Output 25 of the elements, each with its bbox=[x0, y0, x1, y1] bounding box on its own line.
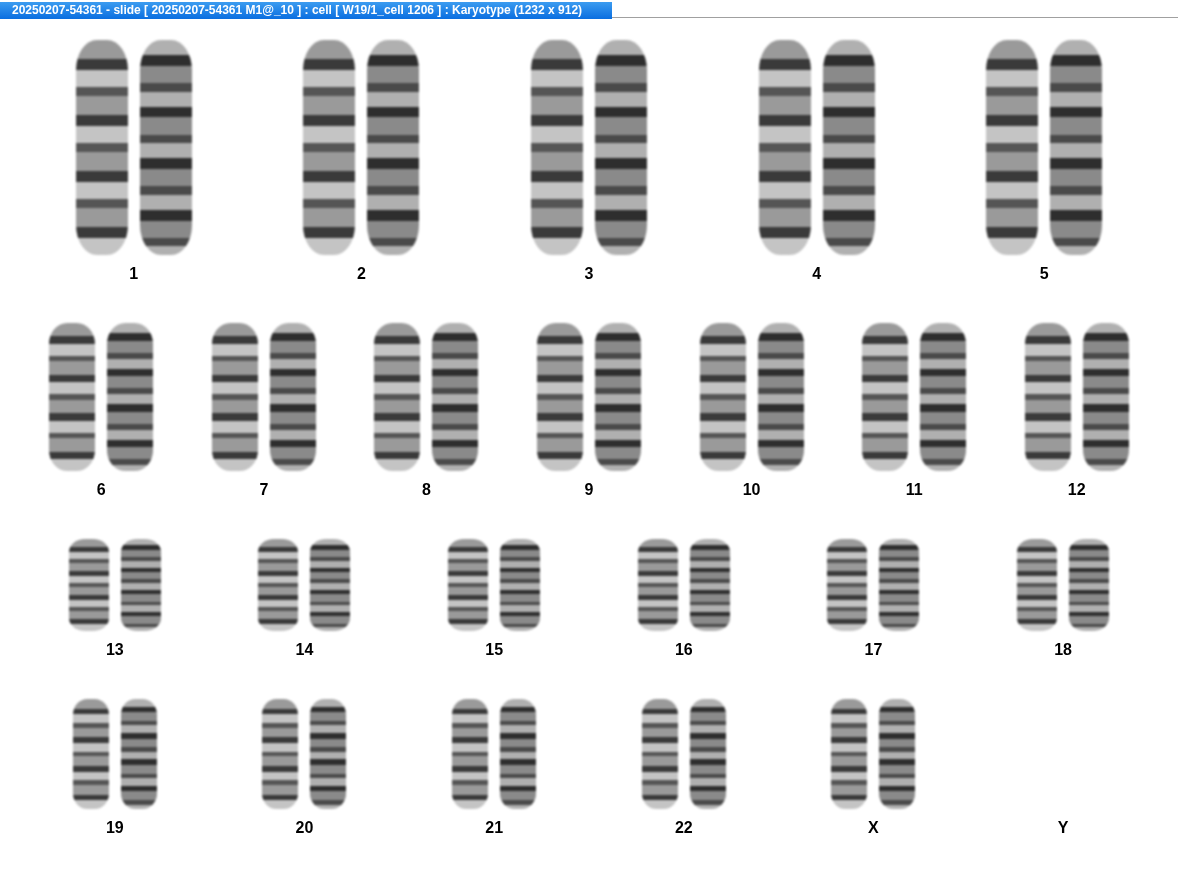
chromosome-label: 22 bbox=[674, 819, 693, 837]
chromosome-label: 17 bbox=[864, 641, 883, 659]
chromosome-label: 16 bbox=[674, 641, 693, 659]
chromosome-label: 7 bbox=[259, 481, 269, 499]
chromosome-label: 21 bbox=[485, 819, 504, 837]
chromosome-label: 9 bbox=[584, 481, 594, 499]
chromosome-label: X bbox=[868, 819, 879, 837]
chromosome-label: 5 bbox=[1039, 265, 1049, 283]
chromosome-label: 2 bbox=[356, 265, 366, 283]
chromosome-label: 3 bbox=[584, 265, 594, 283]
chromosome-label: 4 bbox=[812, 265, 822, 283]
chromosome-label: 18 bbox=[1054, 641, 1072, 659]
chromosome-label: 13 bbox=[105, 641, 124, 659]
chromosome-label: 20 bbox=[295, 819, 314, 837]
chromosome-label: 19 bbox=[105, 819, 124, 837]
chromosome-label: 11 bbox=[905, 481, 923, 499]
chromosome-label: Y bbox=[1057, 819, 1069, 837]
chromosome-label: 14 bbox=[295, 641, 314, 659]
chromosome-label: 8 bbox=[421, 481, 431, 499]
chromosome-label: 15 bbox=[485, 641, 504, 659]
chromosome-label: 1 bbox=[129, 265, 139, 283]
window-title: 20250207-54361 - slide [ 20250207-54361 M1@_10 ] : cell [ W19/1_cell 1206 ] : Karyotype (1232 x 912) bbox=[0, 2, 612, 19]
chromosome-label: 10 bbox=[742, 481, 761, 499]
chromosome-label: 12 bbox=[1067, 481, 1086, 499]
chromosome-label: 6 bbox=[96, 481, 106, 499]
